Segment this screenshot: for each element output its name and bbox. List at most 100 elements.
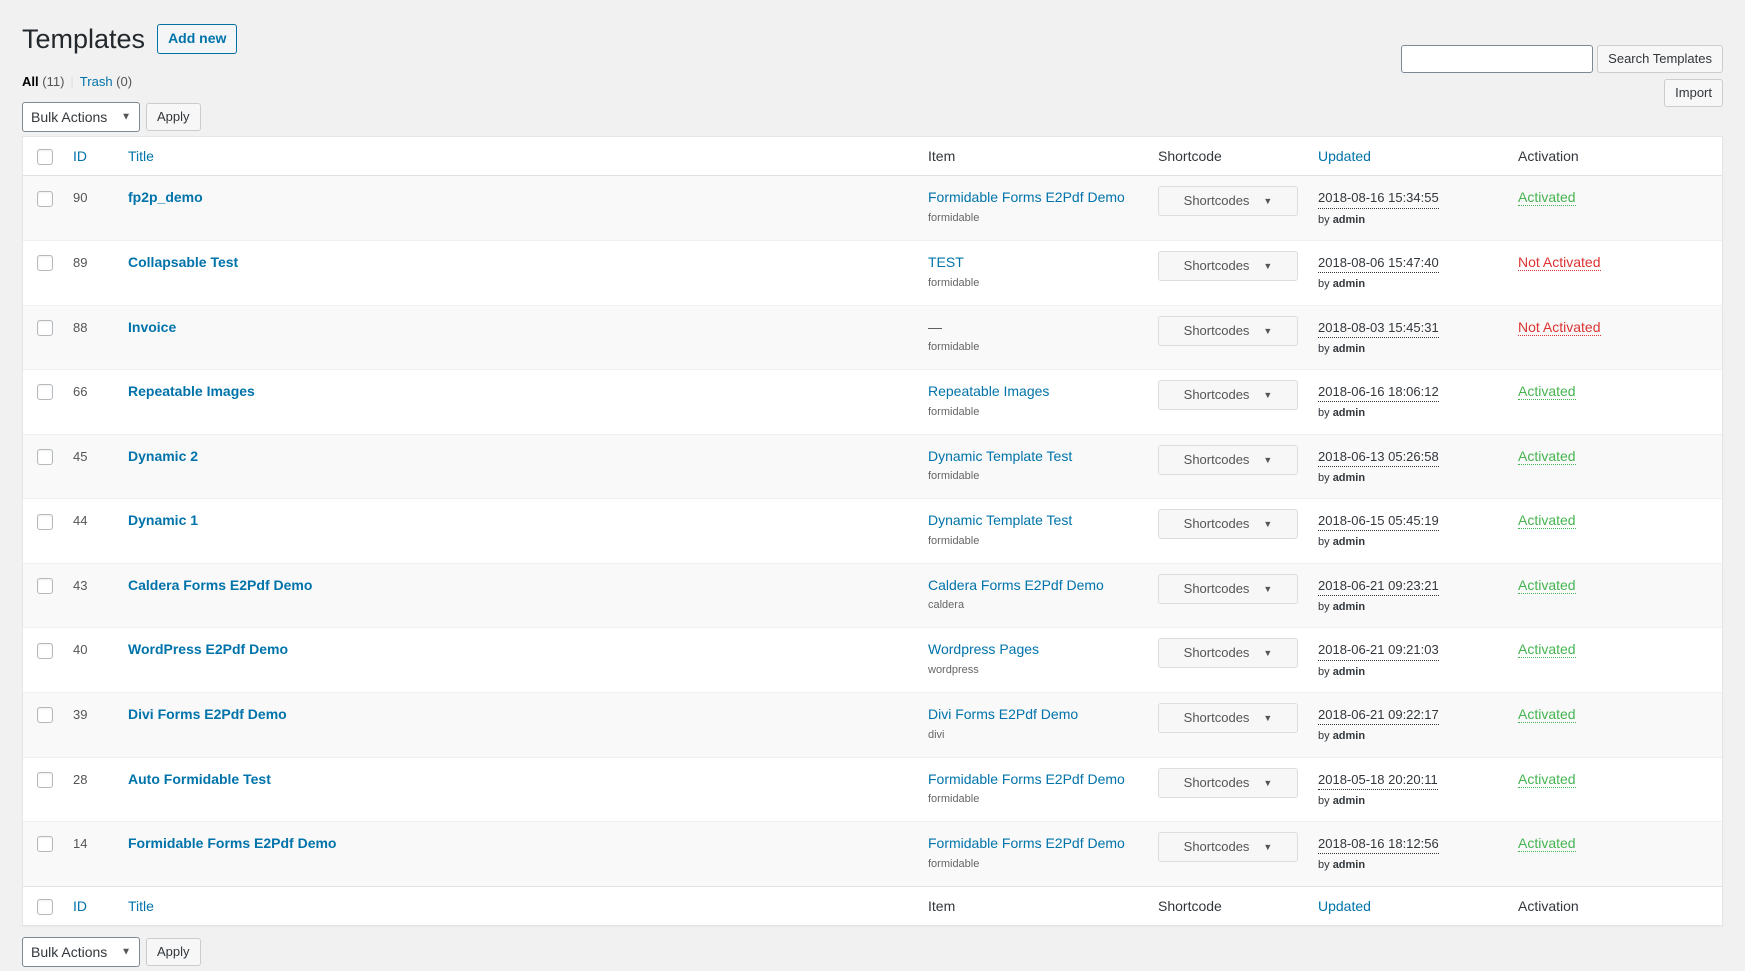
row-activation-toggle[interactable]: Not Activated	[1518, 319, 1601, 336]
column-footer-title[interactable]: Title	[118, 886, 918, 925]
row-checkbox[interactable]	[37, 578, 53, 594]
shortcodes-dropdown-button[interactable]: Shortcodes▼	[1158, 832, 1298, 862]
filter-all-label[interactable]: All	[22, 74, 39, 89]
row-title-link[interactable]: fp2p_demo	[128, 189, 203, 205]
row-checkbox[interactable]	[37, 643, 53, 659]
shortcodes-dropdown-button[interactable]: Shortcodes▼	[1158, 186, 1298, 216]
sort-updated-link-top[interactable]: Updated	[1318, 148, 1371, 164]
search-input[interactable]	[1401, 45, 1593, 73]
row-updated-cell: 2018-06-21 09:21:03by admin	[1308, 627, 1508, 692]
row-item-link[interactable]: Divi Forms E2Pdf Demo	[928, 705, 1138, 725]
table-row: 43Caldera Forms E2Pdf DemoCaldera Forms …	[23, 563, 1722, 628]
row-shortcode-cell: Shortcodes▼	[1148, 563, 1308, 628]
column-footer-item: Item	[918, 886, 1148, 925]
row-item-link[interactable]: Caldera Forms E2Pdf Demo	[928, 576, 1138, 596]
row-title-link[interactable]: Dynamic 1	[128, 512, 198, 528]
row-activation-toggle[interactable]: Activated	[1518, 383, 1576, 400]
row-activation-toggle[interactable]: Activated	[1518, 706, 1576, 723]
filter-trash-label[interactable]: Trash	[80, 74, 113, 89]
row-updated-date[interactable]: 2018-08-16 18:12:56	[1318, 835, 1439, 854]
row-updated-date[interactable]: 2018-06-16 18:06:12	[1318, 383, 1439, 402]
table-body: 90fp2p_demoFormidable Forms E2Pdf Demofo…	[23, 176, 1722, 885]
row-updated-cell: 2018-08-16 15:34:55by admin	[1308, 176, 1508, 240]
row-updated-date[interactable]: 2018-06-21 09:23:21	[1318, 577, 1439, 596]
row-id-cell: 44	[63, 498, 118, 563]
row-item-link[interactable]: Dynamic Template Test	[928, 511, 1138, 531]
shortcodes-dropdown-button[interactable]: Shortcodes▼	[1158, 703, 1298, 733]
row-item-link[interactable]: Wordpress Pages	[928, 640, 1138, 660]
row-activation-toggle[interactable]: Activated	[1518, 835, 1576, 852]
apply-button-bottom[interactable]: Apply	[146, 938, 201, 966]
row-updated-date[interactable]: 2018-08-03 15:45:31	[1318, 319, 1439, 338]
sort-id-link-top[interactable]: ID	[73, 148, 87, 164]
row-item-link[interactable]: Formidable Forms E2Pdf Demo	[928, 770, 1138, 790]
row-updated-date[interactable]: 2018-08-16 15:34:55	[1318, 189, 1439, 208]
row-title-link[interactable]: Collapsable Test	[128, 254, 238, 270]
column-footer-activation-label: Activation	[1518, 898, 1579, 914]
row-checkbox[interactable]	[37, 320, 53, 336]
row-activation-toggle[interactable]: Activated	[1518, 512, 1576, 529]
shortcodes-dropdown-button[interactable]: Shortcodes▼	[1158, 445, 1298, 475]
row-checkbox[interactable]	[37, 191, 53, 207]
row-item-link[interactable]: Repeatable Images	[928, 382, 1138, 402]
row-checkbox[interactable]	[37, 514, 53, 530]
search-templates-button[interactable]: Search Templates	[1597, 45, 1723, 73]
column-header-updated[interactable]: Updated	[1308, 137, 1508, 176]
shortcodes-dropdown-button[interactable]: Shortcodes▼	[1158, 768, 1298, 798]
column-footer-shortcode: Shortcode	[1148, 886, 1308, 925]
row-item-link[interactable]: TEST	[928, 253, 1138, 273]
row-activation-toggle[interactable]: Activated	[1518, 189, 1576, 206]
column-footer-updated[interactable]: Updated	[1308, 886, 1508, 925]
row-item-link[interactable]: Formidable Forms E2Pdf Demo	[928, 188, 1138, 208]
row-title-link[interactable]: Divi Forms E2Pdf Demo	[128, 706, 287, 722]
select-all-checkbox-bottom[interactable]	[37, 899, 53, 915]
shortcodes-dropdown-button[interactable]: Shortcodes▼	[1158, 316, 1298, 346]
shortcodes-dropdown-button[interactable]: Shortcodes▼	[1158, 638, 1298, 668]
add-new-button[interactable]: Add new	[157, 24, 237, 55]
apply-button-top[interactable]: Apply	[146, 103, 201, 131]
row-title-link[interactable]: Dynamic 2	[128, 448, 198, 464]
row-item-link[interactable]: Formidable Forms E2Pdf Demo	[928, 834, 1138, 854]
bulk-actions-select-top[interactable]: Bulk Actions	[22, 102, 140, 132]
column-footer-id[interactable]: ID	[63, 886, 118, 925]
row-checkbox[interactable]	[37, 707, 53, 723]
bulk-actions-select-bottom[interactable]: Bulk Actions	[22, 937, 140, 967]
sort-updated-link-bottom[interactable]: Updated	[1318, 898, 1371, 914]
row-title-link[interactable]: Formidable Forms E2Pdf Demo	[128, 835, 336, 851]
shortcodes-dropdown-button[interactable]: Shortcodes▼	[1158, 251, 1298, 281]
row-updated-date[interactable]: 2018-08-06 15:47:40	[1318, 254, 1439, 273]
row-checkbox[interactable]	[37, 449, 53, 465]
row-activation-toggle[interactable]: Activated	[1518, 641, 1576, 658]
filter-all[interactable]: All (11)	[22, 74, 64, 89]
select-all-checkbox-top[interactable]	[37, 149, 53, 165]
row-activation-toggle[interactable]: Activated	[1518, 771, 1576, 788]
row-title-link[interactable]: Caldera Forms E2Pdf Demo	[128, 577, 312, 593]
sort-id-link-bottom[interactable]: ID	[73, 898, 87, 914]
row-updated-date[interactable]: 2018-06-21 09:21:03	[1318, 641, 1439, 660]
row-title-link[interactable]: Invoice	[128, 319, 176, 335]
shortcodes-dropdown-button[interactable]: Shortcodes▼	[1158, 574, 1298, 604]
row-activation-toggle[interactable]: Activated	[1518, 577, 1576, 594]
row-title-link[interactable]: WordPress E2Pdf Demo	[128, 641, 288, 657]
row-activation-toggle[interactable]: Activated	[1518, 448, 1576, 465]
row-updated-date[interactable]: 2018-06-13 05:26:58	[1318, 448, 1439, 467]
filter-trash[interactable]: Trash (0)	[80, 74, 132, 89]
column-header-id[interactable]: ID	[63, 137, 118, 176]
sort-title-link-top[interactable]: Title	[128, 148, 154, 164]
row-checkbox[interactable]	[37, 836, 53, 852]
row-updated-date[interactable]: 2018-06-15 05:45:19	[1318, 512, 1439, 531]
shortcodes-button-label: Shortcodes	[1184, 704, 1250, 732]
shortcodes-dropdown-button[interactable]: Shortcodes▼	[1158, 380, 1298, 410]
row-checkbox[interactable]	[37, 255, 53, 271]
row-updated-date[interactable]: 2018-05-18 20:20:11	[1318, 771, 1438, 790]
row-checkbox[interactable]	[37, 772, 53, 788]
row-item-link[interactable]: Dynamic Template Test	[928, 447, 1138, 467]
row-activation-toggle[interactable]: Not Activated	[1518, 254, 1601, 271]
column-header-title[interactable]: Title	[118, 137, 918, 176]
sort-title-link-bottom[interactable]: Title	[128, 898, 154, 914]
row-title-link[interactable]: Auto Formidable Test	[128, 771, 271, 787]
shortcodes-dropdown-button[interactable]: Shortcodes▼	[1158, 509, 1298, 539]
row-title-link[interactable]: Repeatable Images	[128, 383, 255, 399]
row-checkbox[interactable]	[37, 384, 53, 400]
row-updated-date[interactable]: 2018-06-21 09:22:17	[1318, 706, 1439, 725]
